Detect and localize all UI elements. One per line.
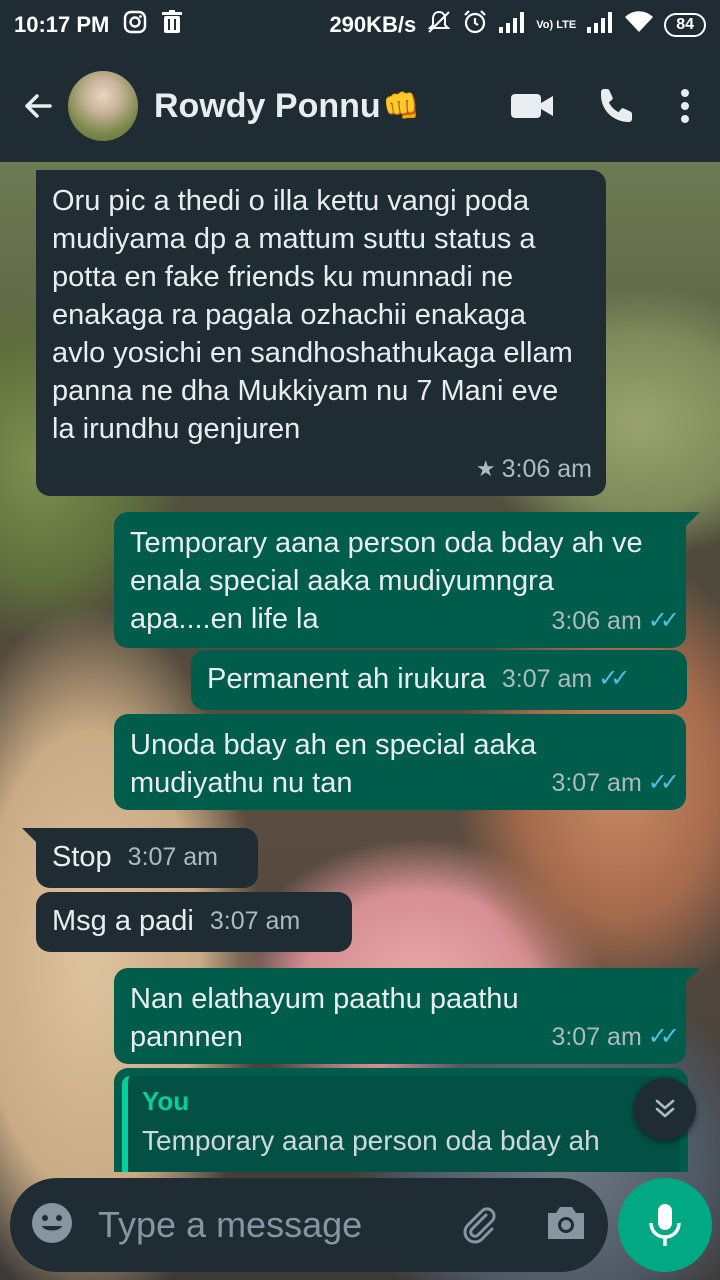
network-speed: 290KB/s	[329, 12, 417, 37]
message-incoming[interactable]: Stop 3:07 am	[22, 828, 258, 888]
message-meta: 3:07 am ✓✓	[551, 1018, 680, 1056]
alarm-icon	[462, 9, 488, 41]
mic-button[interactable]	[618, 1178, 712, 1272]
message-time: 3:07 am	[551, 1023, 642, 1051]
message-outgoing[interactable]: Temporary aana person oda bday ah ve ena…	[114, 512, 700, 648]
scroll-to-bottom-button[interactable]	[634, 1078, 696, 1140]
wifi-icon	[624, 10, 654, 40]
mic-icon	[649, 1204, 681, 1246]
message-time: 3:07 am	[127, 843, 219, 871]
chevron-double-down-icon	[655, 1099, 675, 1118]
double-check-icon: ✓✓	[647, 769, 680, 796]
signal-icon	[586, 11, 614, 39]
message-text: Unoda bday ah en special aaka mudiyathu …	[130, 729, 537, 799]
video-call-icon[interactable]	[510, 91, 554, 121]
lte-icon: Vo) LTE	[536, 18, 577, 31]
quoted-text: Temporary aana person oda bday ah	[142, 1125, 600, 1156]
message-outgoing[interactable]: Nan elathayum paathu paathu pannnen 3:07…	[114, 968, 700, 1064]
chat-header: Rowdy Ponnu 👊	[0, 50, 720, 162]
message-input[interactable]	[98, 1204, 418, 1246]
message-meta: 3:07 am ✓✓	[501, 660, 631, 698]
message-meta: ★ 3:06 am	[476, 450, 592, 488]
message-time: 3:07 am	[501, 665, 593, 693]
message-time: 3:06 am	[501, 455, 592, 483]
message-text: Oru pic a thedi o illa kettu vangi poda …	[52, 185, 573, 445]
message-outgoing[interactable]: Unoda bday ah en special aaka mudiyathu …	[114, 714, 686, 810]
battery-icon: 84	[664, 13, 706, 37]
message-meta: 3:07 am	[210, 902, 300, 940]
message-incoming[interactable]: Oru pic a thedi o illa kettu vangi poda …	[36, 170, 606, 496]
quoted-author: You	[142, 1086, 190, 1116]
fist-emoji: 👊	[382, 89, 421, 123]
message-text: Stop	[52, 841, 112, 873]
message-text: Msg a padi	[52, 905, 194, 937]
emoji-icon[interactable]	[30, 1201, 74, 1250]
contact-name[interactable]: Rowdy Ponnu 👊	[154, 87, 420, 126]
attach-icon[interactable]	[456, 1201, 500, 1250]
quoted-message[interactable]: You Temporary aana person oda bday ah	[122, 1076, 680, 1172]
message-meta: 3:07 am ✓✓	[551, 764, 680, 802]
message-outgoing[interactable]: Permanent ah irukura 3:07 am ✓✓	[191, 650, 687, 710]
message-incoming[interactable]: Msg a padi 3:07 am	[36, 892, 352, 952]
status-time: 10:17 PM	[14, 12, 110, 37]
more-options-icon[interactable]	[680, 88, 690, 124]
avatar[interactable]	[68, 71, 138, 141]
message-meta: 3:07 am	[128, 838, 218, 876]
contact-name-text: Rowdy Ponnu	[154, 86, 381, 125]
double-check-icon: ✓✓	[647, 1023, 680, 1050]
camera-icon[interactable]	[544, 1203, 588, 1248]
phone-call-icon[interactable]	[598, 87, 636, 125]
message-time: 3:07 am	[551, 769, 642, 797]
message-meta: 3:06 am ✓✓	[551, 602, 680, 640]
double-check-icon: ✓✓	[598, 665, 630, 692]
status-bar: 10:17 PM 290KB/s Vo) LTE 84	[0, 0, 720, 50]
star-icon: ★	[475, 456, 496, 481]
message-outgoing-reply[interactable]: You Temporary aana person oda bday ah	[114, 1068, 688, 1172]
message-time: 3:07 am	[209, 907, 301, 935]
message-text: Permanent ah irukura	[207, 663, 486, 695]
chat-area[interactable]: Oru pic a thedi o illa kettu vangi poda …	[0, 162, 720, 1172]
back-arrow-icon[interactable]	[10, 78, 66, 134]
message-text: Nan elathayum paathu paathu pannnen	[130, 983, 519, 1053]
message-composer	[10, 1178, 608, 1272]
double-check-icon: ✓✓	[647, 607, 680, 634]
trash-icon	[161, 10, 183, 40]
message-time: 3:06 am	[551, 607, 642, 635]
signal-icon	[498, 11, 526, 39]
mute-icon	[426, 9, 452, 41]
instagram-icon	[123, 10, 147, 40]
